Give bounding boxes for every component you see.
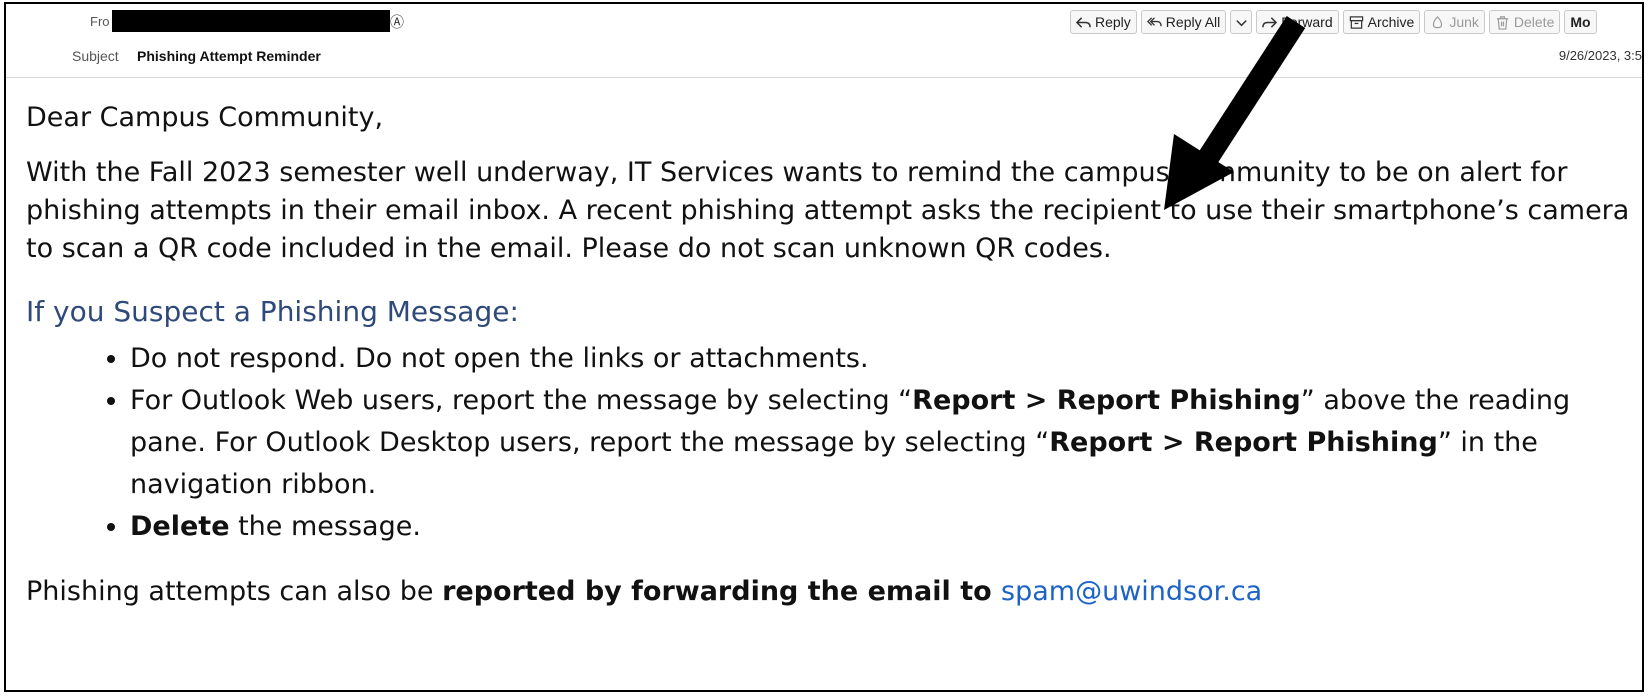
delete-label: Delete — [1513, 14, 1555, 30]
junk-label: Junk — [1449, 14, 1479, 30]
intro-paragraph: With the Fall 2023 semester well underwa… — [26, 157, 1630, 264]
forward-label: Forward — [1281, 14, 1333, 30]
forward-icon — [1262, 16, 1278, 28]
reply-all-icon — [1146, 16, 1162, 26]
bullet-bold: Report > Report Phishing — [1049, 427, 1438, 458]
chevron-down-icon — [1236, 19, 1247, 26]
reply-icon — [1076, 16, 1091, 28]
reply-all-label: Reply All — [1165, 14, 1221, 30]
archive-button[interactable]: Archive — [1342, 10, 1421, 34]
reply-button[interactable]: Reply — [1070, 10, 1137, 34]
delete-button[interactable]: Delete — [1488, 10, 1561, 34]
trail-bold: reported by forwarding the email to — [442, 576, 1002, 607]
list-item: For Outlook Web users, report the messag… — [130, 380, 1636, 506]
bullet-text: For Outlook Web users, report the messag… — [130, 385, 913, 416]
email-window: Fro Ⓐ Reply Reply All Forward Archive Ju… — [4, 2, 1644, 692]
reply-all-button[interactable]: Reply All — [1140, 10, 1227, 34]
from-label: Fro — [90, 14, 110, 29]
bullet-text: the message. — [229, 511, 421, 542]
message-header: Fro Ⓐ Reply Reply All Forward Archive Ju… — [6, 4, 1642, 78]
bullet-bold: Report > Report Phishing — [912, 385, 1301, 416]
spam-email-link[interactable]: spam@uwindsor.ca — [1001, 576, 1262, 607]
more-button[interactable]: Mo — [1564, 10, 1597, 34]
bullet-bold: Delete — [130, 511, 230, 542]
message-date: 9/26/2023, 3:5 — [1558, 48, 1642, 63]
message-toolbar: Reply Reply All Forward Archive Junk Del… — [1070, 10, 1597, 36]
subject-value: Phishing Attempt Reminder — [137, 48, 321, 64]
archive-label: Archive — [1367, 14, 1415, 30]
redacted-sender — [112, 10, 390, 32]
junk-icon — [1433, 15, 1443, 28]
bullet-text: Do not respond. Do not open the links or… — [130, 343, 869, 374]
sender-info-icon[interactable]: Ⓐ — [390, 12, 404, 32]
list-item: Do not respond. Do not open the links or… — [130, 338, 1636, 380]
trash-icon — [1496, 15, 1509, 30]
trail-text: Phishing attempts can also be — [26, 576, 443, 607]
instruction-list: Do not respond. Do not open the links or… — [26, 338, 1636, 548]
junk-button[interactable]: Junk — [1424, 10, 1485, 34]
reply-label: Reply — [1095, 14, 1131, 30]
subject-label: Subject — [72, 48, 119, 64]
trailing-paragraph: Phishing attempts can also be reported b… — [26, 574, 1636, 610]
reply-options-dropdown[interactable] — [1230, 10, 1253, 34]
message-body: Dear Campus Community, With the Fall 202… — [26, 100, 1636, 610]
archive-icon — [1349, 15, 1363, 29]
section-heading: If you Suspect a Phishing Message: — [26, 295, 519, 328]
forward-button[interactable]: Forward — [1256, 10, 1339, 34]
greeting: Dear Campus Community, — [26, 102, 384, 133]
more-label: Mo — [1570, 14, 1591, 30]
list-item: Delete the message. — [130, 506, 1636, 548]
